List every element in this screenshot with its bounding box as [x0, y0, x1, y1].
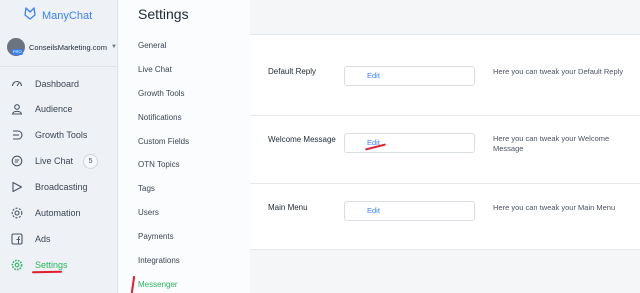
messenger-settings-card: Default Reply Edit Here you can tweak yo…	[250, 34, 640, 250]
settings-item-users[interactable]: Users	[138, 208, 159, 217]
welcome-message-description: Here you can tweak your Welcome Message	[493, 134, 610, 153]
sidebar-item-growth-tools[interactable]: Growth Tools	[10, 127, 87, 143]
header-band	[250, 0, 640, 34]
settings-item-integrations[interactable]: Integrations	[138, 256, 180, 265]
account-switcher[interactable]: PRO ConseilsMarketing.com ▼	[7, 38, 117, 56]
sidebar-item-ads[interactable]: Ads	[10, 231, 51, 247]
row-title-default-reply: Default Reply	[268, 67, 317, 76]
sidebar-item-live-chat[interactable]: Live Chat 5	[10, 153, 99, 169]
brand-name: ManyChat	[42, 9, 93, 22]
chevron-down-icon: ▼	[110, 44, 117, 50]
sidebar-item-label: Ads	[35, 234, 51, 244]
live-chat-icon	[10, 154, 24, 168]
settings-icon	[10, 258, 24, 272]
ads-icon	[10, 232, 24, 246]
settings-item-otn-topics[interactable]: OTN Topics	[138, 160, 180, 169]
automation-icon	[10, 206, 24, 220]
main-sidebar: ManyChat PRO ConseilsMarketing.com ▼ Das…	[0, 0, 118, 293]
growth-tools-icon	[10, 128, 24, 142]
settings-item-tags[interactable]: Tags	[138, 184, 155, 193]
sidebar-item-broadcasting[interactable]: Broadcasting	[10, 179, 88, 195]
row-title-welcome-message: Welcome Message	[268, 135, 336, 144]
settings-item-live-chat[interactable]: Live Chat	[138, 65, 172, 74]
settings-nav: Settings General Live Chat Growth Tools …	[119, 0, 250, 293]
default-reply-description: Here you can tweak your Default Reply	[493, 67, 624, 76]
default-reply-edit-box[interactable]: Edit	[344, 66, 475, 86]
sidebar-item-label: Automation	[35, 208, 81, 218]
audience-icon	[10, 102, 24, 116]
account-name: ConseilsMarketing.com	[29, 42, 107, 52]
brand[interactable]: ManyChat	[23, 6, 92, 25]
settings-item-notifications[interactable]: Notifications	[138, 113, 182, 122]
settings-item-payments[interactable]: Payments	[138, 232, 174, 241]
settings-item-general[interactable]: General	[138, 41, 166, 50]
settings-item-growth-tools[interactable]: Growth Tools	[138, 89, 185, 98]
default-reply-edit-link[interactable]: Edit	[367, 71, 380, 80]
main-menu-description: Here you can tweak your Main Menu	[493, 203, 616, 212]
sidebar-item-label: Dashboard	[35, 79, 80, 89]
row-divider	[250, 115, 640, 116]
sidebar-item-label: Settings	[35, 260, 68, 270]
sidebar-item-label: Growth Tools	[35, 130, 88, 140]
sidebar-item-dashboard[interactable]: Dashboard	[10, 76, 79, 92]
welcome-message-edit-box[interactable]: Edit	[344, 133, 475, 153]
sidebar-item-label: Audience	[35, 104, 73, 114]
dashboard-icon	[10, 77, 24, 91]
broadcasting-icon	[10, 180, 24, 194]
main-content: Default Reply Edit Here you can tweak yo…	[250, 0, 640, 293]
settings-item-messenger[interactable]: Messenger	[138, 280, 178, 289]
row-divider	[250, 183, 640, 184]
sidebar-item-label: Broadcasting	[35, 182, 88, 192]
sidebar-divider	[0, 66, 118, 67]
sidebar-item-label: Live Chat	[35, 156, 74, 166]
row-title-main-menu: Main Menu	[268, 203, 308, 212]
page-title: Settings	[138, 6, 189, 22]
sidebar-item-audience[interactable]: Audience	[10, 101, 73, 117]
sidebar-item-automation[interactable]: Automation	[10, 205, 81, 221]
manychat-logo-icon	[23, 6, 37, 25]
pro-badge: PRO	[12, 49, 23, 55]
main-menu-edit-box[interactable]: Edit	[344, 201, 475, 221]
avatar: PRO	[7, 38, 25, 56]
live-chat-count-badge: 5	[83, 153, 99, 169]
settings-item-custom-fields[interactable]: Custom Fields	[138, 137, 189, 146]
main-menu-edit-link[interactable]: Edit	[367, 206, 380, 215]
